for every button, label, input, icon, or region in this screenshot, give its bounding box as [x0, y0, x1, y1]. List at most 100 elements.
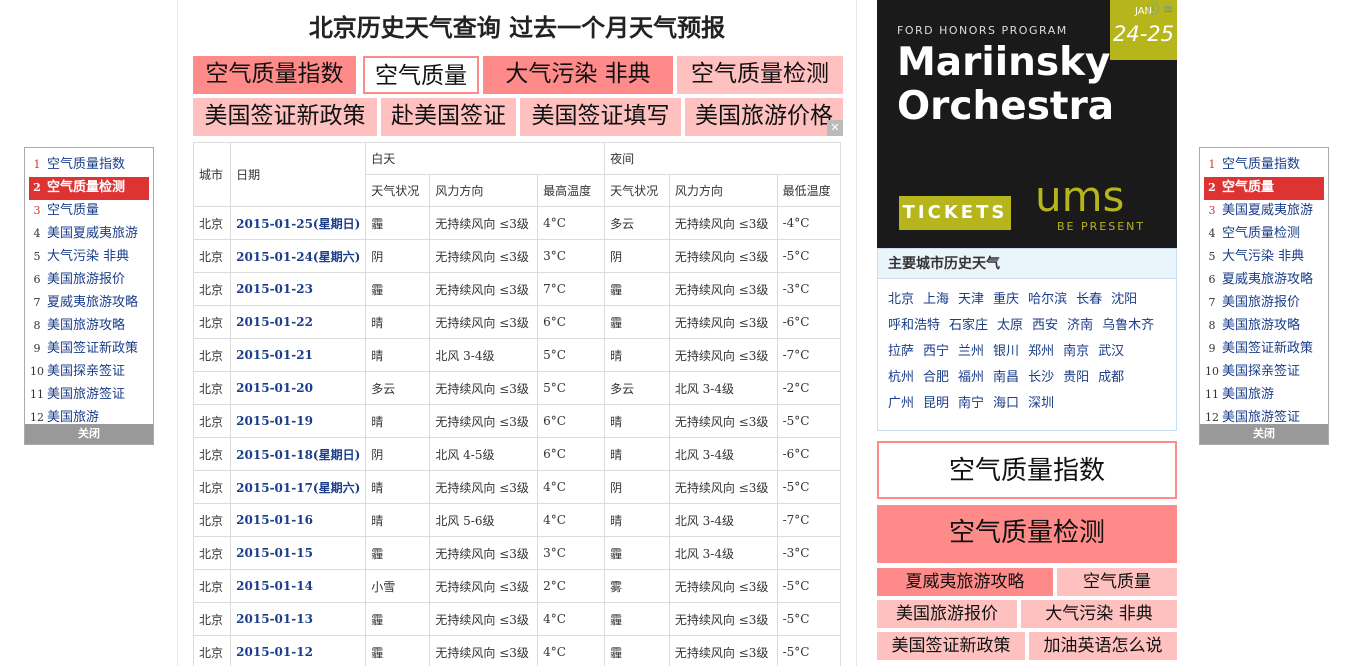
- rank-number: 8: [1208, 319, 1216, 332]
- city-link[interactable]: 长沙: [1028, 365, 1054, 391]
- city-link[interactable]: 呼和浩特: [888, 313, 940, 339]
- city-link[interactable]: 兰州: [958, 339, 984, 365]
- float-item-label: 美国旅游攻略: [47, 318, 126, 333]
- city-link[interactable]: 海口: [993, 391, 1019, 417]
- cell-date[interactable]: 2015-01-16: [230, 503, 367, 537]
- city-link[interactable]: 银川: [993, 339, 1019, 365]
- cell-date[interactable]: 2015-01-25(星期日): [230, 206, 367, 240]
- city-link[interactable]: 合肥: [923, 365, 949, 391]
- city-link[interactable]: 深圳: [1028, 391, 1054, 417]
- city-link[interactable]: 西宁: [923, 339, 949, 365]
- city-link[interactable]: 长春: [1076, 287, 1102, 313]
- city-link[interactable]: 哈尔滨: [1028, 287, 1067, 313]
- city-link[interactable]: 天津: [958, 287, 984, 313]
- float-list-item[interactable]: 5 大气污染 非典: [29, 246, 149, 269]
- city-link[interactable]: 石家庄: [949, 313, 988, 339]
- float-list-item[interactable]: 9 美国签证新政策: [1204, 338, 1324, 361]
- city-link[interactable]: 南昌: [993, 365, 1019, 391]
- city-link[interactable]: 沈阳: [1111, 287, 1137, 313]
- city-link[interactable]: 福州: [958, 365, 984, 391]
- right-link-hawaii[interactable]: 夏威夷旅游攻略: [877, 568, 1053, 596]
- float-list-item[interactable]: 8 美国旅游攻略: [29, 315, 149, 338]
- link-us-travel-price[interactable]: 美国旅游价格: [685, 98, 843, 136]
- link-aqi[interactable]: 空气质量指数: [193, 56, 356, 94]
- float-list-item[interactable]: 10 美国探亲签证: [1204, 361, 1324, 384]
- float-list-item[interactable]: 2 空气质量: [1204, 177, 1324, 200]
- table-body: 北京 2015-01-25(星期日) 霾无持续风向 ≤3级 4°C 多云 无持续风向 ≤3…: [192, 206, 842, 666]
- float-list-item[interactable]: 8 美国旅游攻略: [1204, 315, 1324, 338]
- float-list-item[interactable]: 11 美国旅游签证: [29, 384, 149, 407]
- city-link[interactable]: 重庆: [993, 287, 1019, 313]
- float-list-item[interactable]: 6 美国旅游报价: [29, 269, 149, 292]
- float-list-item[interactable]: 5 大气污染 非典: [1204, 246, 1324, 269]
- cell-date[interactable]: 2015-01-13: [230, 602, 367, 636]
- float-list-item[interactable]: 7 美国旅游报价: [1204, 292, 1324, 315]
- float-list-item[interactable]: 1 空气质量指数: [29, 154, 149, 177]
- city-link[interactable]: 昆明: [923, 391, 949, 417]
- float-list-item[interactable]: 3 空气质量: [29, 200, 149, 223]
- float-list-item[interactable]: 12 美国旅游签证: [1204, 407, 1324, 424]
- city-link[interactable]: 南宁: [958, 391, 984, 417]
- float-item-label: 美国夏威夷旅游: [47, 226, 139, 241]
- right-link-air-quality[interactable]: 空气质量: [1057, 568, 1177, 596]
- cell-day-weather: 晴: [365, 404, 431, 438]
- concert-ad[interactable]: FORD HONORS PROGRAM Mariinsky Orchestra …: [877, 0, 1177, 248]
- city-link[interactable]: 成都: [1098, 365, 1124, 391]
- cell-date[interactable]: 2015-01-19: [230, 404, 367, 438]
- city-link[interactable]: 太原: [997, 313, 1023, 339]
- float-list-item[interactable]: 12 美国旅游: [29, 407, 149, 424]
- float-list-item[interactable]: 4 空气质量检测: [1204, 223, 1324, 246]
- city-link[interactable]: 南京: [1063, 339, 1089, 365]
- float-list-item[interactable]: 1 空气质量指数: [1204, 154, 1324, 177]
- cell-night-wind: 无持续风向 ≤3级: [668, 305, 778, 339]
- float-left-close-button[interactable]: 关闭: [25, 424, 153, 444]
- ad-tickets-button[interactable]: TICKETS: [899, 196, 1011, 230]
- float-list-item[interactable]: 7 夏威夷旅游攻略: [29, 292, 149, 315]
- city-link[interactable]: 乌鲁木齐: [1102, 313, 1154, 339]
- cell-date[interactable]: 2015-01-18(星期日): [230, 437, 367, 471]
- float-right-close-button[interactable]: 关闭: [1200, 424, 1328, 444]
- city-link[interactable]: 上海: [923, 287, 949, 313]
- right-link-english[interactable]: 加油英语怎么说: [1029, 632, 1177, 660]
- ad-info-icon[interactable]: ⓘ ≡: [1147, 0, 1173, 17]
- link-us-visa[interactable]: 赴美国签证: [381, 98, 516, 136]
- right-link-aqi[interactable]: 空气质量指数: [877, 441, 1177, 499]
- city-link[interactable]: 拉萨: [888, 339, 914, 365]
- cell-date[interactable]: 2015-01-14: [230, 569, 367, 603]
- link-air-pollution[interactable]: 大气污染 非典: [483, 56, 673, 94]
- city-link[interactable]: 北京: [888, 287, 914, 313]
- city-link[interactable]: 郑州: [1028, 339, 1054, 365]
- cell-date[interactable]: 2015-01-12: [230, 635, 367, 666]
- city-link[interactable]: 武汉: [1098, 339, 1124, 365]
- cell-date[interactable]: 2015-01-20: [230, 371, 367, 405]
- float-list-item[interactable]: 9 美国签证新政策: [29, 338, 149, 361]
- city-link[interactable]: 杭州: [888, 365, 914, 391]
- link-air-quality-test[interactable]: 空气质量检测: [677, 56, 843, 94]
- right-link-travel-price[interactable]: 美国旅游报价: [877, 600, 1017, 628]
- float-list-item[interactable]: 3 美国夏威夷旅游: [1204, 200, 1324, 223]
- city-link[interactable]: 西安: [1032, 313, 1058, 339]
- cell-date[interactable]: 2015-01-15: [230, 536, 367, 570]
- cell-high-temp: 4°C: [537, 206, 606, 240]
- ad-close-icon[interactable]: ✕: [827, 120, 843, 136]
- float-list-item[interactable]: 11 美国旅游: [1204, 384, 1324, 407]
- city-link[interactable]: 贵阳: [1063, 365, 1089, 391]
- float-list-item[interactable]: 4 美国夏威夷旅游: [29, 223, 149, 246]
- float-list-item[interactable]: 6 夏威夷旅游攻略: [1204, 269, 1324, 292]
- float-list-item[interactable]: 2 空气质量检测: [29, 177, 149, 200]
- cell-date[interactable]: 2015-01-24(星期六): [230, 239, 367, 273]
- city-link[interactable]: 广州: [888, 391, 914, 417]
- right-link-pollution[interactable]: 大气污染 非典: [1021, 600, 1177, 628]
- right-link-visa-policy[interactable]: 美国签证新政策: [877, 632, 1025, 660]
- cell-date[interactable]: 2015-01-22: [230, 305, 367, 339]
- float-list-item[interactable]: 10 美国探亲签证: [29, 361, 149, 384]
- right-link-air-test[interactable]: 空气质量检测: [877, 505, 1177, 563]
- cell-date[interactable]: 2015-01-21: [230, 338, 367, 372]
- float-item-label: 美国旅游报价: [1222, 295, 1301, 310]
- link-visa-policy[interactable]: 美国签证新政策: [193, 98, 377, 136]
- link-air-quality[interactable]: 空气质量: [363, 56, 479, 94]
- cell-date[interactable]: 2015-01-23: [230, 272, 367, 306]
- link-visa-form[interactable]: 美国签证填写: [520, 98, 681, 136]
- city-link[interactable]: 济南: [1067, 313, 1093, 339]
- cell-date[interactable]: 2015-01-17(星期六): [230, 470, 367, 504]
